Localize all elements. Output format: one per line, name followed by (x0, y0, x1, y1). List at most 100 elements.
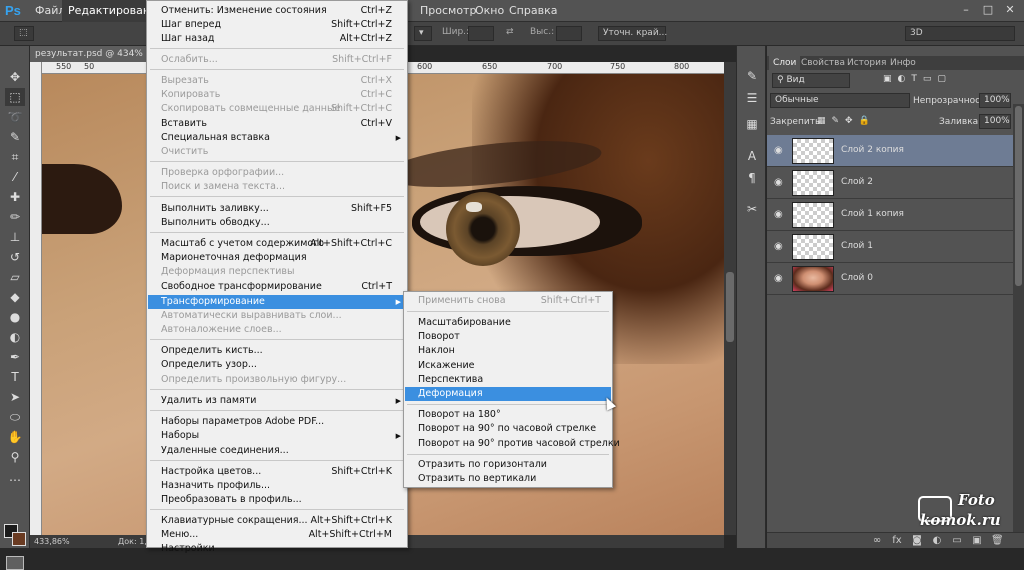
menu-item-remote-connections[interactable]: Удаленные соединения... (148, 444, 406, 458)
lock-icons[interactable]: ▦✎✥🔒 (817, 116, 876, 126)
dodge-icon[interactable]: ◐ (5, 328, 25, 346)
marquee-tool-icon[interactable]: ⬚ (14, 26, 34, 41)
pen-icon[interactable]: ✒ (5, 348, 25, 366)
layer-style-icon[interactable]: fx (891, 535, 903, 547)
menu-item-step-backward[interactable]: Шаг назад Alt+Ctrl+Z (148, 32, 406, 46)
zoom-icon[interactable]: ⚲ (5, 448, 25, 466)
type-icon[interactable]: T (5, 368, 25, 386)
styles-icon[interactable]: ▦ (744, 116, 760, 132)
menu-item-keyboard-shortcuts[interactable]: Клавиатурные сокращения... Alt+Shift+Ctrl… (148, 514, 406, 528)
menu-item-preferences[interactable]: Настройки (148, 542, 406, 556)
menu-item-paste-special[interactable]: Специальная вставка ▶ (148, 131, 406, 145)
menu-item-clear[interactable]: Очистить (148, 145, 406, 159)
opacity-input[interactable]: 100% (979, 93, 1011, 108)
link-layers-icon[interactable]: ∞ (871, 535, 883, 547)
submenu-item-distort[interactable]: Искажение (405, 359, 611, 373)
menu-item-color-settings[interactable]: Настройка цветов... Shift+Ctrl+K (148, 465, 406, 479)
menu-item-paste[interactable]: Вставить Ctrl+V (148, 117, 406, 131)
menu-item-puppet-warp[interactable]: Марионеточная деформация (148, 251, 406, 265)
menu-item-content-aware-scale[interactable]: Масштаб с учетом содержимого Alt+Shift+Ct… (148, 237, 406, 251)
layer-row[interactable]: ◉ Слой 0 (767, 263, 1013, 295)
tab-history[interactable]: История (843, 56, 890, 70)
adjustments-icon[interactable]: ☰ (744, 90, 760, 106)
hand-icon[interactable]: ✋ (5, 428, 25, 446)
visibility-eye-icon[interactable]: ◉ (774, 241, 783, 252)
move-tool-icon[interactable]: ✥ (5, 68, 25, 86)
menu-item-free-transform[interactable]: Свободное трансформирование Ctrl+T (148, 280, 406, 294)
layer-row[interactable]: ◉ Слой 1 (767, 231, 1013, 263)
refine-edge-button[interactable]: Уточн. край... (598, 26, 667, 41)
submenu-item-rotate-90-ccw[interactable]: Поворот на 90° против часовой стрелки (405, 437, 620, 451)
menu-item-purge[interactable]: Удалить из памяти ▶ (148, 394, 406, 408)
new-group-icon[interactable]: ▭ (951, 535, 963, 547)
new-layer-icon[interactable]: ▣ (971, 535, 983, 547)
menu-item-cut[interactable]: Вырезать Ctrl+X (148, 74, 406, 88)
tab-properties[interactable]: Свойства (797, 56, 849, 70)
paragraph-icon[interactable]: ¶ (744, 170, 760, 186)
menu-item-define-pattern[interactable]: Определить узор... (148, 358, 406, 372)
document-tab[interactable]: результат.psd @ 434% (Сло (30, 46, 160, 62)
path-selection-icon[interactable]: ➤ (5, 388, 25, 406)
menu-help[interactable]: Справка (503, 0, 563, 22)
scroll-thumb[interactable] (1015, 106, 1022, 286)
clone-stamp-icon[interactable]: ⊥ (5, 228, 25, 246)
blend-mode-select[interactable]: Обычные (770, 93, 910, 108)
submenu-item-flip-vertical[interactable]: Отразить по вертикали (405, 472, 611, 486)
height-input[interactable] (556, 26, 582, 41)
tab-layers[interactable]: Слои (769, 56, 801, 70)
submenu-item-scale[interactable]: Масштабирование (405, 316, 611, 330)
menu-item-convert-profile[interactable]: Преобразовать в профиль... (148, 493, 406, 507)
menu-item-undo[interactable]: Отменить: Изменение состояния Ctrl+Z (148, 4, 406, 18)
minimize-icon[interactable]: – (958, 3, 974, 17)
width-input[interactable] (468, 26, 494, 41)
character-icon[interactable]: A (744, 148, 760, 164)
menu-item-fade[interactable]: Ослабить... Shift+Ctrl+F (148, 53, 406, 67)
layer-row[interactable]: ◉ Слой 2 копия (767, 135, 1013, 167)
workspace-select[interactable]: 3D (905, 26, 1015, 41)
visibility-eye-icon[interactable]: ◉ (774, 209, 783, 220)
maximize-icon[interactable]: □ (980, 3, 996, 17)
visibility-eye-icon[interactable]: ◉ (774, 273, 783, 284)
history-brush-icon[interactable]: ↺ (5, 248, 25, 266)
submenu-item-warp[interactable]: Деформация (405, 387, 611, 401)
submenu-item-flip-horizontal[interactable]: Отразить по горизонтали (405, 458, 611, 472)
submenu-item-again[interactable]: Применить снова Shift+Ctrl+T (405, 294, 611, 308)
close-icon[interactable]: ✕ (1002, 3, 1018, 17)
quick-mask-icon[interactable] (6, 556, 24, 570)
menu-item-pdf-presets[interactable]: Наборы параметров Adobe PDF... (148, 415, 406, 429)
menu-item-auto-align[interactable]: Автоматически выравнивать слои... (148, 309, 406, 323)
submenu-item-skew[interactable]: Наклон (405, 344, 611, 358)
ellipse-icon[interactable]: ⬭ (5, 408, 25, 426)
brush-icon[interactable]: ✏ (5, 208, 25, 226)
zoom-level[interactable]: 433,86% (34, 535, 70, 548)
layer-row[interactable]: ◉ Слой 1 копия (767, 199, 1013, 231)
eraser-icon[interactable]: ▱ (5, 268, 25, 286)
style-dropdown[interactable]: ▾ (414, 26, 432, 41)
layer-mask-icon[interactable]: ◙ (911, 535, 923, 547)
crop-icon[interactable]: ⌗ (5, 148, 25, 166)
tab-info[interactable]: Инфо (886, 56, 920, 70)
brush-preset-icon[interactable]: ✎ (744, 68, 760, 84)
blur-icon[interactable]: ● (5, 308, 25, 326)
menu-item-define-shape[interactable]: Определить произвольную фигуру... (148, 373, 406, 387)
menu-item-presets[interactable]: Наборы ▶ (148, 429, 406, 443)
submenu-item-rotate-90-cw[interactable]: Поворот на 90° по часовой стрелке (405, 422, 611, 436)
menu-item-find-replace[interactable]: Поиск и замена текста... (148, 180, 406, 194)
menu-item-define-brush[interactable]: Определить кисть... (148, 344, 406, 358)
layer-filter-select[interactable]: ⚲ Вид (772, 73, 850, 88)
submenu-item-rotate-180[interactable]: Поворот на 180° (405, 408, 611, 422)
quick-selection-icon[interactable]: ✎ (5, 128, 25, 146)
visibility-eye-icon[interactable]: ◉ (774, 145, 783, 156)
menu-item-transform[interactable]: Трансформирование ▶ (148, 295, 406, 309)
menu-item-perspective-warp[interactable]: Деформация перспективы (148, 265, 406, 279)
paint-bucket-icon[interactable]: ◆ (5, 288, 25, 306)
menu-item-auto-blend[interactable]: Автоналожение слоев... (148, 323, 406, 337)
adjustment-layer-icon[interactable]: ◐ (931, 535, 943, 547)
menu-item-spell-check[interactable]: Проверка орфографии... (148, 166, 406, 180)
more-tools-icon[interactable]: … (5, 468, 25, 486)
tool-presets-icon[interactable]: ✂ (744, 201, 760, 217)
menu-item-fill[interactable]: Выполнить заливку... Shift+F5 (148, 202, 406, 216)
layers-scrollbar[interactable] (1013, 104, 1024, 544)
background-color-swatch[interactable] (12, 532, 26, 546)
rectangular-marquee-icon[interactable]: ⬚ (5, 88, 25, 106)
